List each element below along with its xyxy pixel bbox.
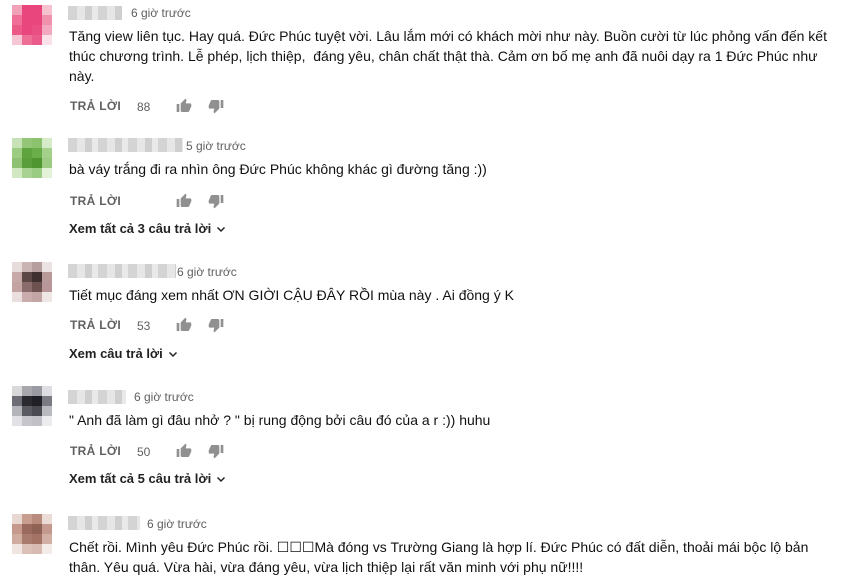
thumbs-down-icon[interactable] (208, 193, 224, 209)
view-replies-label: Xem tất cả 3 câu trả lời (69, 221, 212, 236)
comment-thread: 6 giờ trước Tiết mục đáng xem nhất ƠN GI… (0, 256, 849, 376)
thumbs-up-icon[interactable] (176, 98, 192, 114)
reply-button[interactable]: TRẢ LỜI (70, 194, 121, 208)
avatar[interactable] (12, 5, 52, 45)
author-name-redacted[interactable] (68, 516, 140, 530)
reply-button[interactable]: TRẢ LỜI (70, 99, 121, 113)
avatar[interactable] (12, 138, 52, 178)
thumbs-down-icon[interactable] (208, 98, 224, 114)
avatar[interactable] (12, 262, 52, 302)
comment-timestamp[interactable]: 6 giờ trước (177, 265, 237, 279)
thumbs-down-icon[interactable] (208, 443, 224, 459)
author-name-redacted[interactable] (68, 138, 183, 152)
chevron-down-icon (217, 476, 226, 482)
chevron-down-icon (217, 226, 226, 232)
comment-thread: 6 giờ trước Tăng view liên tục. Hay quá.… (0, 0, 849, 125)
like-count: 53 (137, 319, 151, 333)
thumbs-up-icon[interactable] (176, 443, 192, 459)
comment-thread: 6 giờ trước " Anh đã làm gì đâu nhở ? " … (0, 381, 849, 501)
comments-section: 6 giờ trước Tăng view liên tục. Hay quá.… (0, 0, 849, 575)
comment-timestamp[interactable]: 6 giờ trước (134, 390, 194, 404)
comment-thread: 6 giờ trước Chết rồi. Mình yêu Đức Phúc … (0, 508, 849, 575)
thumbs-down-icon[interactable] (208, 317, 224, 333)
view-replies-button[interactable]: Xem tất cả 5 câu trả lời (69, 471, 227, 486)
author-name-redacted[interactable] (68, 6, 122, 20)
author-name-redacted[interactable] (68, 390, 126, 404)
view-replies-button[interactable]: Xem tất cả 3 câu trả lời (69, 221, 227, 236)
reply-button[interactable]: TRẢ LỜI (70, 444, 121, 458)
like-count: 88 (137, 100, 151, 114)
comment-text: Chết rồi. Mình yêu Đức Phúc rồi. ☐☐☐Mà đ… (69, 539, 813, 575)
avatar[interactable] (12, 386, 52, 426)
view-replies-label: Xem tất cả 5 câu trả lời (69, 471, 212, 486)
thumbs-up-icon[interactable] (176, 317, 192, 333)
comment-text: bà váy trắng đi ra nhìn ông Đức Phúc khô… (69, 161, 487, 177)
avatar[interactable] (12, 514, 52, 554)
comment-timestamp[interactable]: 5 giờ trước (186, 139, 246, 153)
comment-thread: 5 giờ trước bà váy trắng đi ra nhìn ông … (0, 130, 849, 250)
comment-timestamp[interactable]: 6 giờ trước (131, 6, 191, 20)
comment-text: Tăng view liên tục. Hay quá. Đức Phúc tu… (69, 28, 831, 84)
comment-timestamp[interactable]: 6 giờ trước (147, 517, 207, 531)
thumbs-up-icon[interactable] (176, 193, 192, 209)
comment-text: Tiết mục đáng xem nhất ƠN GIỜI CẬU ĐÂY R… (69, 287, 514, 303)
view-replies-button[interactable]: Xem câu trả lời (69, 346, 179, 361)
chevron-down-icon (168, 351, 177, 357)
reply-button[interactable]: TRẢ LỜI (70, 318, 121, 332)
comment-text: " Anh đã làm gì đâu nhở ? " bị rung động… (69, 412, 491, 428)
like-count: 50 (137, 445, 151, 459)
author-name-redacted[interactable] (68, 264, 176, 278)
view-replies-label: Xem câu trả lời (69, 346, 163, 361)
